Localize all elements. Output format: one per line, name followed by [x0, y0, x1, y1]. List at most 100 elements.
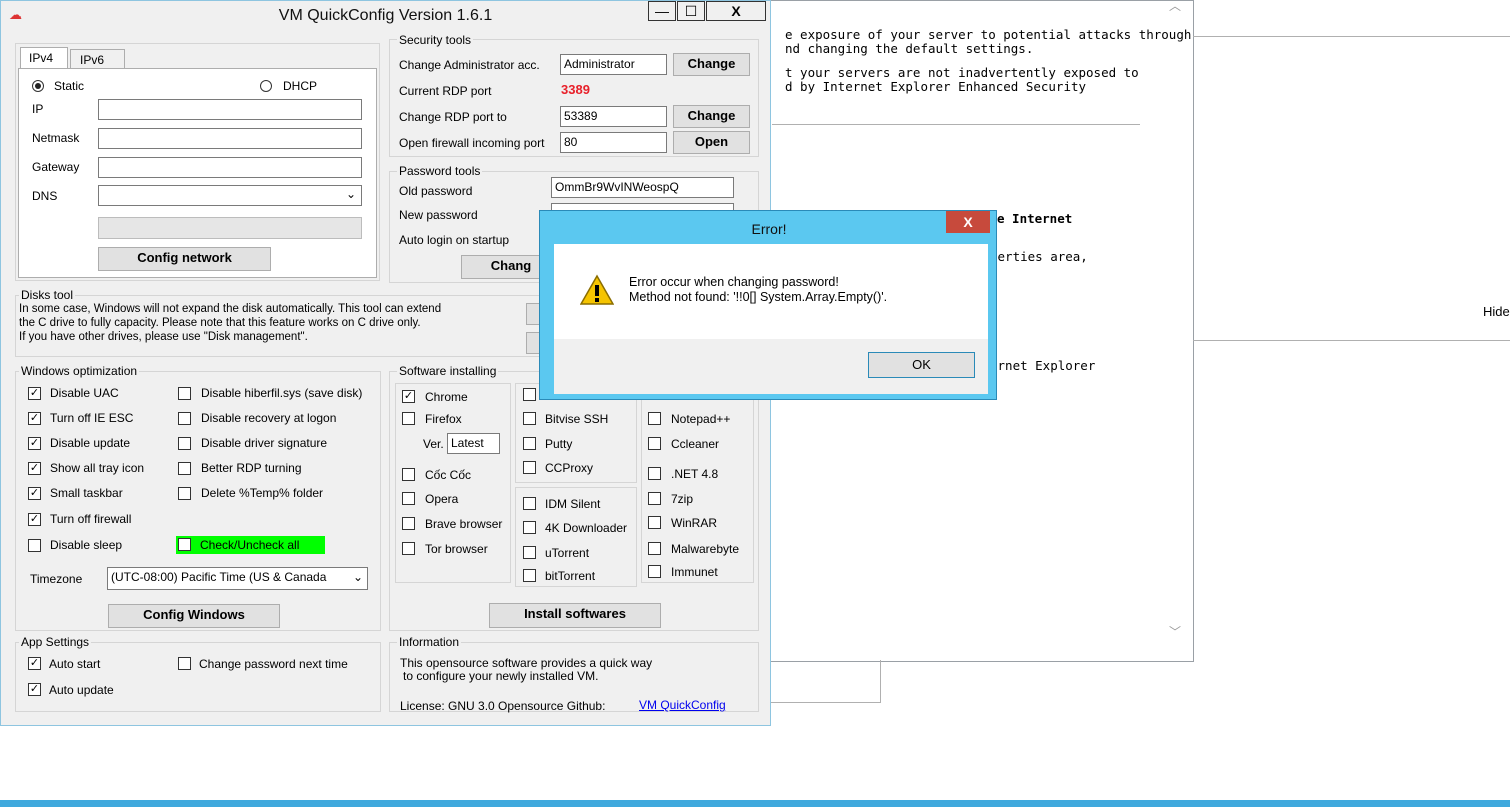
password-legend: Password tools — [397, 164, 483, 178]
dhcp-radio[interactable] — [260, 80, 272, 92]
check-all-highlight[interactable]: Check/Uncheck all — [176, 536, 325, 554]
auto-start-checkbox[interactable]: ✓ — [28, 657, 41, 670]
winopt-group — [15, 371, 381, 631]
malwarebyte-checkbox[interactable] — [648, 542, 661, 555]
auto-login-label: Auto login on startup — [399, 233, 510, 247]
rdp-to-input[interactable]: 53389 — [560, 106, 667, 127]
bittorrent-checkbox[interactable] — [523, 569, 536, 582]
dhcp-label: DHCP — [283, 79, 318, 93]
close-button[interactable]: X — [706, 1, 766, 21]
static-radio[interactable] — [32, 80, 44, 92]
change-rdp-button[interactable]: Change — [673, 105, 750, 128]
open-port-button[interactable]: Open — [673, 131, 750, 154]
static-label: Static — [54, 79, 85, 93]
ok-button[interactable]: OK — [868, 352, 975, 378]
netmask-input[interactable] — [98, 128, 362, 149]
auto-update-checkbox[interactable]: ✓ — [28, 683, 41, 696]
check-all-checkbox[interactable] — [178, 538, 191, 551]
old-password-input[interactable]: OmmBr9WvINWeospQ — [551, 177, 734, 198]
disable-recovery-checkbox[interactable] — [178, 412, 191, 425]
bg-text-line-2: nd changing the default settings. — [785, 41, 1034, 56]
dotnet-checkbox[interactable] — [648, 467, 661, 480]
title-bar: ☁ VM QuickConfig Version 1.6.1 — ☐ X — [1, 1, 770, 31]
firewall-input[interactable]: 80 — [560, 132, 667, 153]
ccproxy-label: CCProxy — [545, 461, 594, 475]
info-legend: Information — [397, 635, 462, 649]
dialog-close-button[interactable]: X — [946, 211, 990, 233]
show-tray-icon-checkbox[interactable]: ✓ — [28, 462, 41, 475]
warning-icon — [580, 274, 614, 305]
netmask-label: Netmask — [32, 131, 80, 145]
coccoc-checkbox[interactable] — [402, 468, 415, 481]
tor-checkbox[interactable] — [402, 542, 415, 555]
auto-start-label: Auto start — [49, 657, 101, 671]
col2-top-checkbox[interactable] — [523, 388, 536, 401]
timezone-select[interactable]: (UTC-08:00) Pacific Time (US & Canada ⌄ — [107, 567, 368, 590]
7zip-checkbox[interactable] — [648, 492, 661, 505]
chrome-checkbox[interactable]: ✓ — [402, 390, 415, 403]
ccproxy-checkbox[interactable] — [523, 461, 536, 474]
disable-driver-signature-checkbox[interactable] — [178, 437, 191, 450]
ipv4-tab[interactable]: IPv4 — [20, 47, 68, 69]
brave-checkbox[interactable] — [402, 517, 415, 530]
bg-text-internet: e Internet — [997, 211, 1073, 226]
dns-select[interactable]: ⌄ — [98, 185, 362, 206]
old-password-label: Old password — [399, 184, 473, 198]
turn-off-ie-esc-checkbox[interactable]: ✓ — [28, 412, 41, 425]
disable-hiberfil-checkbox[interactable] — [178, 387, 191, 400]
disable-sleep-checkbox[interactable] — [28, 539, 41, 552]
putty-checkbox[interactable] — [523, 437, 536, 450]
opera-label: Opera — [425, 492, 459, 506]
chevron-down-icon: ⌄ — [352, 570, 363, 584]
config-network-button[interactable]: Config network — [98, 247, 271, 271]
delete-temp-checkbox[interactable] — [178, 487, 191, 500]
turn-off-firewall-checkbox[interactable]: ✓ — [28, 513, 41, 526]
ccleaner-checkbox[interactable] — [648, 437, 661, 450]
info-line-1: This opensource software provides a quic… — [400, 656, 653, 670]
config-windows-button[interactable]: Config Windows — [108, 604, 280, 628]
firefox-checkbox[interactable] — [402, 412, 415, 425]
change-pw-next-checkbox[interactable] — [178, 657, 191, 670]
ip-input[interactable] — [98, 99, 362, 120]
chrome-label: Chrome — [425, 390, 468, 404]
scroll-up-icon[interactable]: ︿ — [1169, 0, 1183, 13]
opera-checkbox[interactable] — [402, 492, 415, 505]
immunet-label: Immunet — [671, 565, 718, 579]
delete-temp-label: Delete %Temp% folder — [201, 486, 324, 500]
better-rdp-checkbox[interactable] — [178, 462, 191, 475]
disable-uac-checkbox[interactable]: ✓ — [28, 387, 41, 400]
idm-checkbox[interactable] — [523, 497, 536, 510]
dialog-title: Error! — [751, 221, 787, 237]
small-taskbar-label: Small taskbar — [50, 486, 123, 500]
change-admin-button[interactable]: Change — [673, 53, 750, 76]
disable-update-checkbox[interactable]: ✓ — [28, 437, 41, 450]
minimize-button[interactable]: — — [648, 1, 676, 21]
4k-downloader-checkbox[interactable] — [523, 521, 536, 534]
bittorrent-label: bitTorrent — [545, 569, 596, 583]
bg-divider-right — [1193, 36, 1510, 37]
ipv6-tab[interactable]: IPv6 — [70, 49, 125, 69]
ver-input[interactable]: Latest — [447, 433, 500, 454]
check-all-label: Check/Uncheck all — [200, 538, 300, 552]
timezone-label: Timezone — [30, 572, 83, 586]
rdp-to-label: Change RDP port to — [399, 110, 507, 124]
bg-divider — [772, 124, 1140, 125]
disks-legend: Disks tool — [19, 288, 76, 302]
utorrent-checkbox[interactable] — [523, 546, 536, 559]
github-link[interactable]: VM QuickConfig — [639, 698, 726, 712]
admin-input[interactable]: Administrator — [560, 54, 667, 75]
immunet-checkbox[interactable] — [648, 565, 661, 578]
gateway-input[interactable] — [98, 157, 362, 178]
scroll-down-icon[interactable]: ﹀ — [1169, 623, 1183, 639]
hide-link[interactable]: Hide — [1483, 304, 1510, 319]
bitvise-checkbox[interactable] — [523, 412, 536, 425]
better-rdp-label: Better RDP turning — [201, 461, 302, 475]
maximize-button[interactable]: ☐ — [677, 1, 705, 21]
small-taskbar-checkbox[interactable]: ✓ — [28, 487, 41, 500]
install-softwares-button[interactable]: Install softwares — [489, 603, 661, 628]
ipv6-tab-label: IPv6 — [80, 53, 105, 67]
winrar-checkbox[interactable] — [648, 516, 661, 529]
bg-panel-edge — [880, 660, 881, 702]
notepadpp-checkbox[interactable] — [648, 412, 661, 425]
admin-label: Change Administrator acc. — [399, 58, 540, 72]
